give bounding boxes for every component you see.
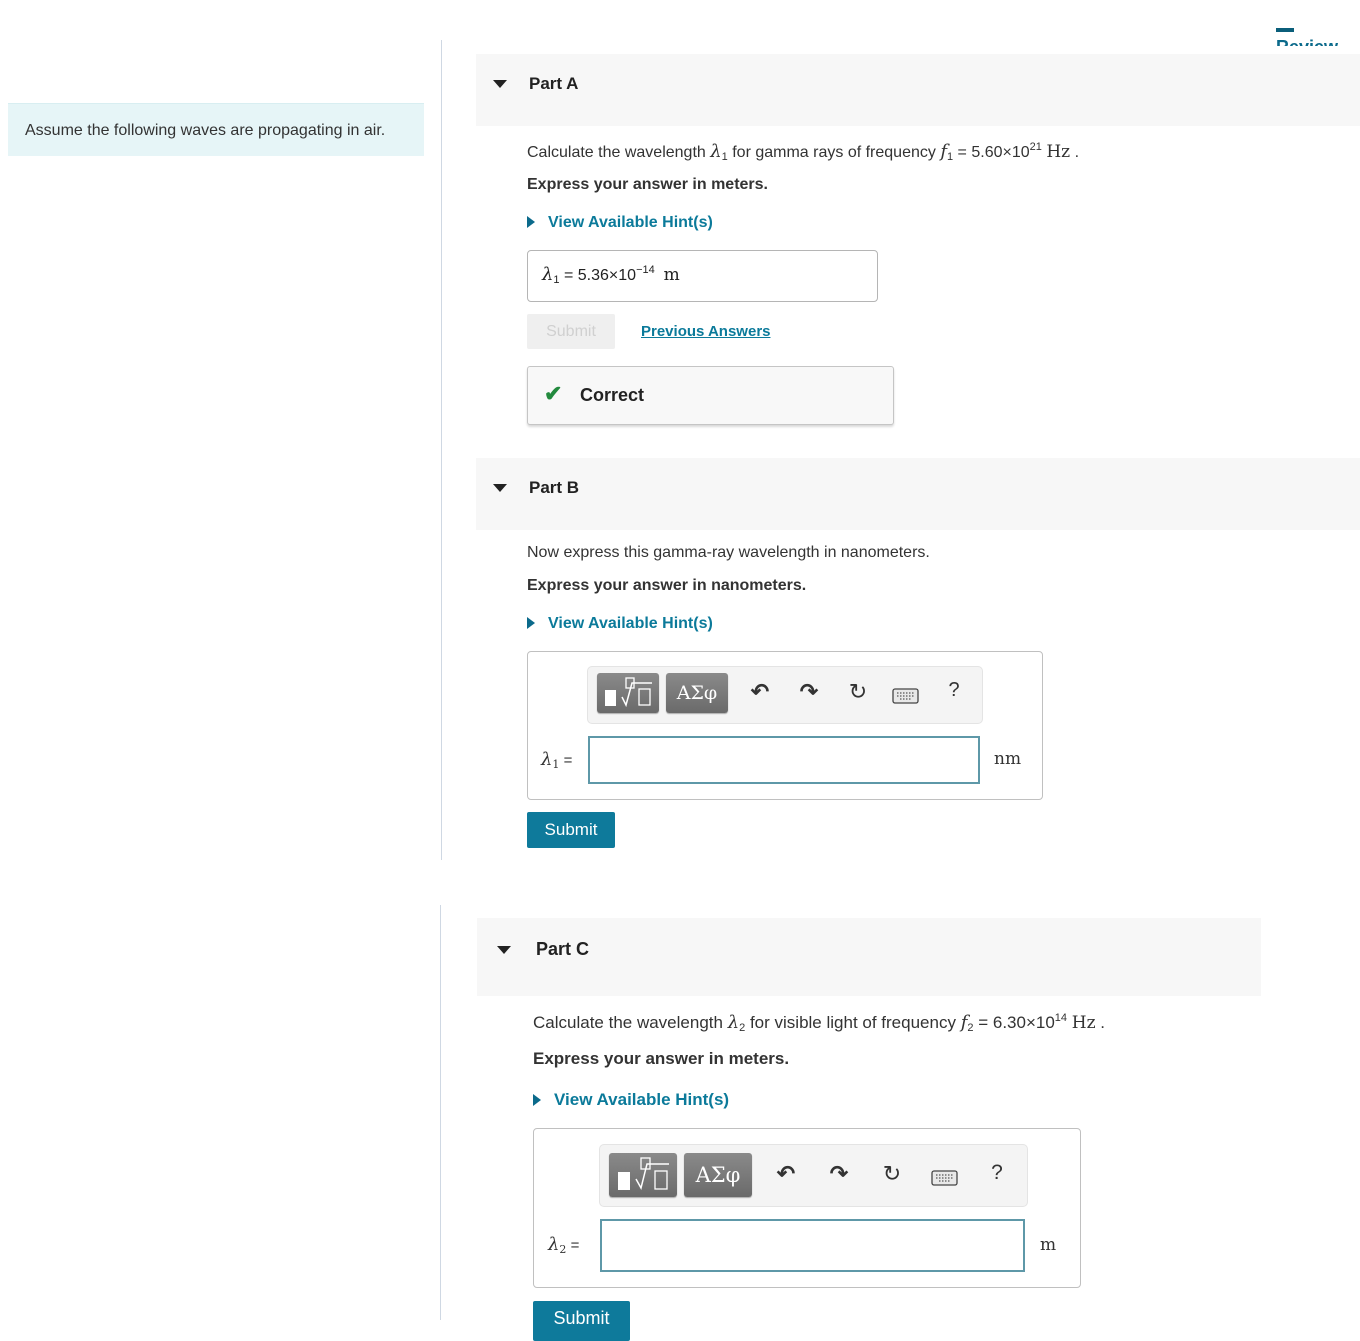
answer-value: 5.36×10: [577, 267, 637, 284]
templates-button[interactable]: [609, 1153, 677, 1197]
input-label: λ1 =: [541, 749, 572, 771]
part-a-submit-button[interactable]: Submit: [527, 314, 615, 349]
exponent: 21: [1029, 141, 1042, 153]
answer-label: λ: [542, 264, 554, 285]
question-text: for visible light of frequency: [745, 1013, 961, 1032]
part-b-submit-button[interactable]: Submit: [527, 812, 615, 848]
lambda-symbol: λ: [548, 1234, 560, 1255]
equals: =: [559, 267, 578, 284]
collapse-triangle-icon: [493, 80, 507, 88]
symbols-button[interactable]: ΑΣφ: [684, 1153, 752, 1197]
expand-triangle-icon: [527, 617, 535, 629]
hint-label: View Available Hint(s): [548, 615, 713, 632]
part-a-question: Calculate the wavelength λ1 for gamma ra…: [527, 141, 1079, 163]
lambda-symbol: λ: [710, 141, 722, 162]
previous-answers-link[interactable]: Previous Answers: [641, 323, 771, 340]
math-toolbar: ΑΣφ ↶ ↷ ↻ ?: [599, 1144, 1028, 1207]
part-b-title: Part B: [529, 478, 580, 497]
part-a-header[interactable]: Part A: [476, 54, 1360, 126]
part-a-hint-toggle[interactable]: View Available Hint(s): [527, 214, 713, 232]
part-a-feedback: ✔ Correct: [527, 366, 894, 425]
lambda-symbol: λ: [727, 1012, 740, 1033]
intro-text: Assume the following waves are propagati…: [25, 122, 386, 139]
expand-triangle-icon: [527, 216, 535, 228]
part-a-instruction: Express your answer in meters.: [527, 176, 768, 193]
frequency-unit: Hz: [1046, 142, 1071, 162]
redo-icon[interactable]: ↷: [824, 1161, 854, 1187]
reset-icon[interactable]: ↻: [843, 679, 873, 705]
part-b-question: Now express this gamma-ray wavelength in…: [527, 544, 930, 561]
exponent: 14: [1054, 1012, 1068, 1024]
part-c-submit-button[interactable]: Submit: [533, 1301, 630, 1341]
part-a-answer-display: λ1 = 5.36×10−14 m: [527, 250, 878, 302]
unit-label: m: [1040, 1235, 1057, 1255]
review-link-label: Review: [1276, 37, 1338, 46]
checkmark-icon: ✔: [544, 381, 563, 406]
part-b-answer-editor: ΑΣφ ↶ ↷ ↻ ? λ1 = nm: [527, 651, 1043, 800]
review-link[interactable]: Review: [1276, 28, 1360, 46]
part-c-hint-toggle[interactable]: View Available Hint(s): [533, 1090, 729, 1110]
equals: =: [559, 752, 573, 769]
unit-label: nm: [994, 749, 1022, 769]
intro-panel: Assume the following waves are propagati…: [8, 103, 424, 156]
part-b-header[interactable]: Part B: [476, 458, 1360, 530]
collapse-triangle-icon: [497, 946, 511, 954]
frequency-symbol: f: [940, 141, 947, 162]
frequency-unit: Hz: [1071, 1013, 1096, 1033]
part-b-hint-toggle[interactable]: View Available Hint(s): [527, 615, 713, 633]
review-icon: [1276, 28, 1294, 33]
answer-exponent: −14: [636, 264, 655, 276]
part-c-title: Part C: [536, 939, 590, 959]
templates-button[interactable]: [597, 673, 659, 713]
redo-icon[interactable]: ↷: [794, 679, 824, 705]
part-c-question: Calculate the wavelength λ2 for visible …: [533, 1012, 1105, 1034]
fraction-root-template-icon: [605, 677, 652, 708]
help-icon[interactable]: ?: [982, 1161, 1012, 1185]
fraction-root-template-icon: [618, 1157, 669, 1191]
part-c-answer-editor: ΑΣφ ↶ ↷ ↻ ? λ2 = m: [533, 1128, 1081, 1288]
question-end: .: [1070, 144, 1080, 161]
part-a-title: Part A: [529, 74, 579, 93]
divider: [440, 905, 441, 1320]
part-c-header[interactable]: Part C: [477, 918, 1261, 996]
question-text: Calculate the wavelength: [527, 144, 711, 161]
part-c-answer-input[interactable]: [600, 1219, 1025, 1272]
frequency-value: = 6.30×10: [973, 1013, 1055, 1032]
question-text: Calculate the wavelength: [533, 1013, 728, 1032]
lambda-symbol: λ: [541, 749, 553, 770]
feedback-text: Correct: [580, 385, 645, 405]
symbols-button[interactable]: ΑΣφ: [666, 673, 728, 713]
divider: [441, 40, 442, 860]
equals: =: [566, 1237, 580, 1254]
hint-label: View Available Hint(s): [554, 1090, 730, 1109]
keyboard-icon[interactable]: [930, 1167, 960, 1193]
question-end: .: [1095, 1013, 1106, 1032]
help-icon[interactable]: ?: [939, 679, 969, 702]
collapse-triangle-icon: [493, 484, 507, 492]
hint-label: View Available Hint(s): [548, 214, 713, 231]
undo-icon[interactable]: ↶: [771, 1161, 801, 1187]
part-b-answer-input[interactable]: [588, 736, 980, 784]
keyboard-icon[interactable]: [891, 685, 921, 711]
reset-icon[interactable]: ↻: [877, 1161, 907, 1187]
answer-unit: m: [663, 265, 680, 285]
undo-icon[interactable]: ↶: [745, 679, 775, 705]
part-b-instruction: Express your answer in nanometers.: [527, 577, 807, 594]
part-c-instruction: Express your answer in meters.: [533, 1049, 790, 1068]
question-text: for gamma rays of frequency: [727, 144, 941, 161]
expand-triangle-icon: [533, 1094, 541, 1106]
math-toolbar: ΑΣφ ↶ ↷ ↻ ?: [587, 666, 983, 724]
frequency-value: = 5.60×10: [953, 144, 1030, 161]
input-label: λ2 =: [548, 1234, 579, 1256]
